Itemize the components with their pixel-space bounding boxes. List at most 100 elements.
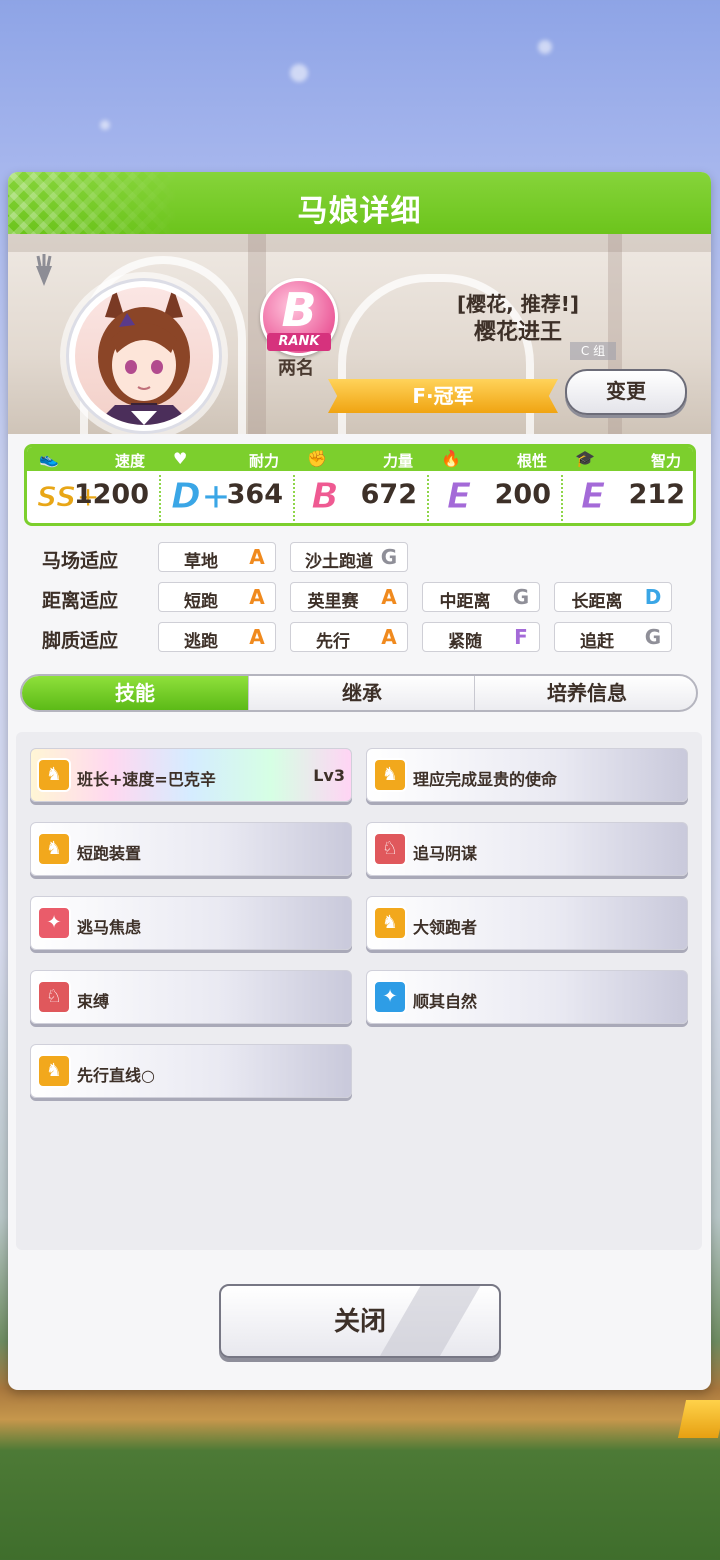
skill-item[interactable]: ♘ 束缚	[30, 970, 352, 1024]
skill-item[interactable]: ✦ 逃马焦虑	[30, 896, 352, 950]
aptitude-chip: 短跑 A	[158, 582, 276, 612]
aptitude-name: 短跑	[184, 592, 218, 612]
aptitude-grade: A	[381, 585, 397, 609]
skill-name: 追马阴谋	[413, 844, 478, 863]
skill-item[interactable]: ♞ 大领跑者	[366, 896, 688, 950]
stat-value: 200	[494, 479, 551, 510]
stat-label: 智力	[650, 452, 681, 470]
aptitude-grade: A	[381, 625, 397, 649]
character-detail-dialog: 马娘详细 B RANK 两名 [樱花, 推荐!] 樱花进王 C 组 F·冠军 变…	[8, 172, 711, 1390]
skill-name: 理应完成显贵的使命	[413, 770, 558, 789]
aptitude-name: 先行	[316, 632, 350, 652]
stat-stamina: ♥ 耐力 D+ 364	[161, 447, 295, 523]
background-bokeh	[100, 120, 110, 130]
skill-name: 短跑装置	[77, 844, 142, 863]
aptitude-name: 逃跑	[184, 632, 218, 652]
flame-icon: 🔥	[441, 449, 461, 468]
aptitude-grade: A	[249, 585, 265, 609]
graduation-cap-icon: 🎓	[575, 449, 595, 468]
stat-value: 1200	[73, 479, 149, 510]
skill-item[interactable]: ✦ 顺其自然	[366, 970, 688, 1024]
character-portrait-frame[interactable]	[66, 278, 222, 434]
stat-speed: 👟 速度 SS+ 1200	[27, 447, 161, 523]
detail-tabs: 技能 继承 培养信息	[20, 674, 698, 712]
stat-header: 🔥 根性	[429, 447, 563, 471]
horse-icon: ♘	[37, 980, 71, 1014]
stat-value: 212	[628, 479, 685, 510]
dialog-title: 马娘详细	[297, 194, 422, 229]
skill-level: Lv3	[313, 766, 345, 785]
close-button[interactable]: 关闭	[219, 1284, 501, 1358]
stat-header: ♥ 耐力	[161, 447, 295, 471]
stat-label: 力量	[382, 452, 413, 470]
stat-guts: 🔥 根性 E 200	[429, 447, 563, 523]
aptitude-chip: 长距离 D	[554, 582, 672, 612]
skill-item[interactable]: ♞ 先行直线○	[30, 1044, 352, 1098]
skill-item[interactable]: ♞ 短跑装置	[30, 822, 352, 876]
tab-skills[interactable]: 技能	[22, 676, 248, 710]
aptitude-name: 沙土跑道	[305, 552, 373, 572]
stat-power: ✊ 力量 B 672	[295, 447, 429, 523]
style-aptitude-label: 脚质适应	[42, 630, 119, 652]
running-horse-icon: ♞	[373, 758, 407, 792]
skill-name: 顺其自然	[413, 992, 478, 1011]
stat-grade: E	[446, 476, 472, 518]
skill-name: 逃马焦虑	[77, 918, 142, 937]
background-sign	[677, 1400, 720, 1438]
close-button-label: 关闭	[333, 1307, 386, 1337]
skills-panel: ♞ 班长+速度=巴克辛 Lv3 ♞ 理应完成显贵的使命 ♞ 短跑装置 ♘ 追马阴…	[16, 732, 702, 1250]
skill-name: 班长+速度=巴克辛	[77, 770, 216, 789]
sparkle-icon: ✦	[37, 906, 71, 940]
stat-label: 根性	[516, 452, 547, 470]
stat-grade: SS+	[37, 480, 101, 514]
aptitude-chip: 紧随 F	[422, 622, 540, 652]
stat-label: 耐力	[248, 452, 279, 470]
aptitude-chip: 中距离 G	[422, 582, 540, 612]
aptitude-grade: F	[514, 625, 528, 649]
background-bokeh	[290, 64, 308, 82]
rank-ribbon: RANK	[267, 333, 331, 351]
stat-grade: E	[580, 476, 606, 518]
stats-panel: 👟 速度 SS+ 1200 ♥ 耐力 D+ 364 ✊ 力量 B 672 🔥 根性 E …	[24, 444, 696, 526]
stat-grade: B	[311, 476, 339, 518]
heart-icon: ♥	[173, 449, 188, 468]
aptitude-chip: 沙土跑道 G	[290, 542, 408, 572]
running-horse-icon: ♞	[37, 832, 71, 866]
change-button[interactable]: 变更	[565, 369, 687, 415]
group-tag: C 组	[570, 342, 616, 360]
tab-inheritance[interactable]: 继承	[248, 676, 475, 710]
aptitude-name: 追赶	[580, 632, 614, 652]
carrot-icon[interactable]	[30, 254, 58, 288]
horse-head-icon: ♘	[373, 832, 407, 866]
aptitude-chip: 英里赛 A	[290, 582, 408, 612]
aptitude-grade: G	[380, 545, 398, 569]
shoe-icon: 👟	[39, 449, 59, 468]
character-epithet: [樱花, 推荐!]	[457, 292, 579, 316]
aptitude-chip: 追赶 G	[554, 622, 672, 652]
aptitude-grade: G	[644, 625, 662, 649]
stat-header: 🎓 智力	[563, 447, 693, 471]
distance-aptitude-label: 距离适应	[42, 590, 119, 612]
skill-name: 先行直线○	[77, 1066, 155, 1085]
stat-header: ✊ 力量	[295, 447, 429, 471]
skill-item[interactable]: ♘ 追马阴谋	[366, 822, 688, 876]
muscle-icon: ✊	[307, 449, 327, 468]
skill-item[interactable]: ♞ 理应完成显贵的使命	[366, 748, 688, 802]
background-bokeh	[538, 40, 552, 54]
aptitude-grade: A	[249, 625, 265, 649]
tab-training-info[interactable]: 培养信息	[474, 676, 696, 710]
stat-label: 速度	[114, 452, 145, 470]
aptitude-name: 紧随	[448, 632, 482, 652]
running-horse-icon: ♞	[37, 758, 71, 792]
sparkle-icon: ✦	[373, 980, 407, 1014]
aptitude-chip: 逃跑 A	[158, 622, 276, 652]
aptitude-grade: A	[249, 545, 265, 569]
skill-item[interactable]: ♞ 班长+速度=巴克辛 Lv3	[30, 748, 352, 802]
aptitude-name: 长距离	[571, 592, 623, 612]
rank-letter: B	[281, 283, 317, 337]
skill-name: 束缚	[77, 992, 110, 1011]
aptitude-chip: 先行 A	[290, 622, 408, 652]
skill-name: 大领跑者	[413, 918, 478, 937]
rank-badge: B RANK	[260, 278, 338, 356]
running-horse-icon: ♞	[373, 906, 407, 940]
